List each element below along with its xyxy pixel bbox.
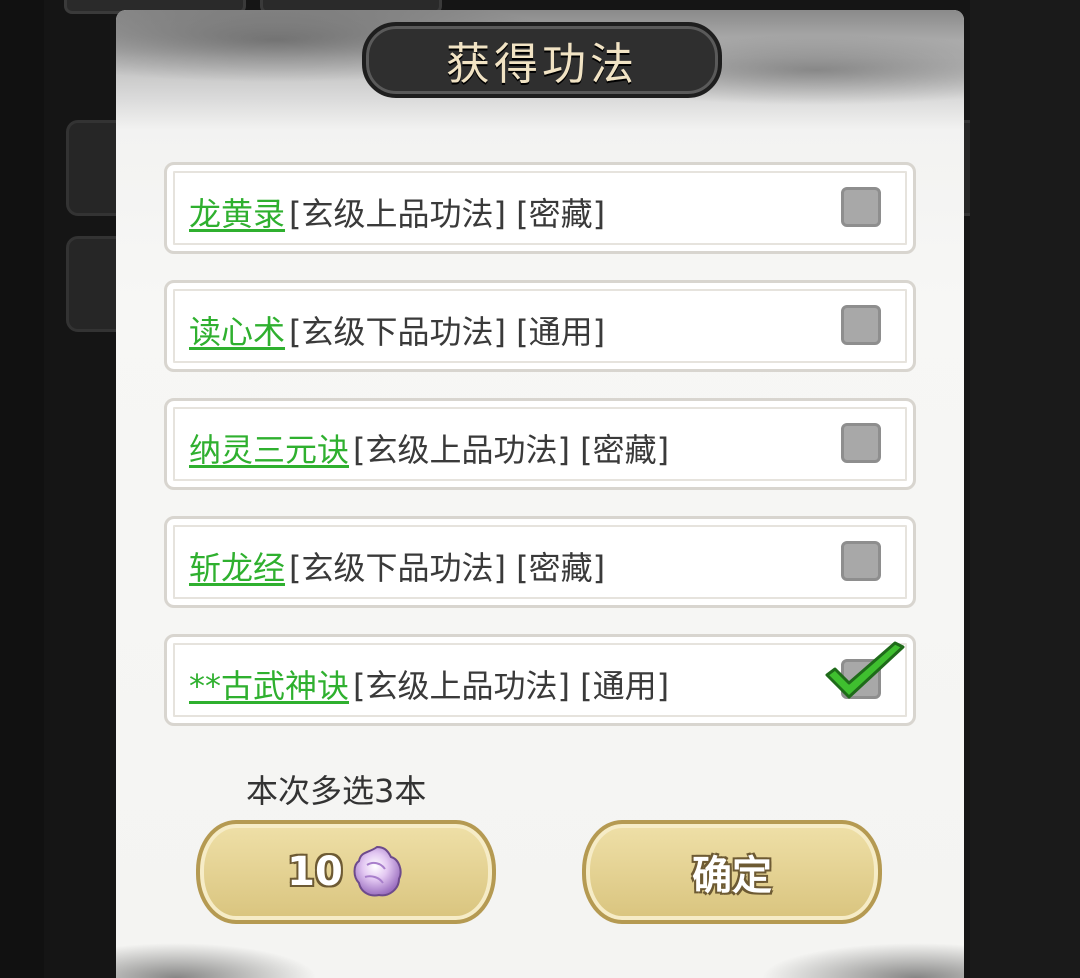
skill-name-link[interactable]: **古武神诀 [189, 667, 349, 705]
skill-row[interactable]: **古武神诀 [玄级上品功法] [通用] [164, 634, 916, 726]
confirm-button[interactable]: 确定 [582, 820, 882, 924]
skill-tags: [玄级上品功法] [密藏] [353, 431, 670, 469]
skill-tags: [玄级上品功法] [密藏] [289, 195, 606, 233]
multi-select-cost-button[interactable]: 10 [196, 820, 496, 924]
skill-tags: [玄级下品功法] [通用] [289, 313, 606, 351]
skill-checkbox[interactable] [841, 423, 881, 463]
background-right-strip [970, 0, 1080, 978]
skill-row[interactable]: 纳灵三元诀 [玄级上品功法] [密藏] [164, 398, 916, 490]
skill-tags: [玄级下品功法] [密藏] [289, 549, 606, 587]
skill-row[interactable]: 斩龙经 [玄级下品功法] [密藏] [164, 516, 916, 608]
skill-tags: [玄级上品功法] [通用] [353, 667, 670, 705]
title-plate: 获得功法 [362, 22, 722, 98]
skill-name-link[interactable]: 读心术 [189, 313, 285, 351]
skill-acquire-dialog: 获得功法 龙黄录 [玄级上品功法] [密藏] 读心术 [玄级下品功法] [通用] 纳… [116, 10, 964, 978]
skill-row-text: 龙黄录 [玄级上品功法] [密藏] [189, 189, 605, 235]
skill-name-link[interactable]: 纳灵三元诀 [189, 431, 349, 469]
skill-list: 龙黄录 [玄级上品功法] [密藏] 读心术 [玄级下品功法] [通用] 纳灵三元诀[… [164, 162, 916, 752]
background-left-strip [0, 0, 44, 978]
checkmark-icon [825, 641, 905, 699]
cost-value: 10 [287, 849, 343, 895]
skill-row[interactable]: 龙黄录 [玄级上品功法] [密藏] [164, 162, 916, 254]
dialog-title: 获得功法 [446, 39, 638, 90]
skill-row-text: 斩龙经 [玄级下品功法] [密藏] [189, 543, 605, 589]
skill-checkbox[interactable] [841, 541, 881, 581]
skill-name-link[interactable]: 斩龙经 [189, 549, 285, 587]
skill-checkbox[interactable] [841, 187, 881, 227]
skill-checkbox[interactable] [841, 305, 881, 345]
skill-row-text: 纳灵三元诀 [玄级上品功法] [密藏] [189, 425, 669, 471]
skill-name-link[interactable]: 龙黄录 [189, 195, 285, 233]
selection-hint: 本次多选3本 [246, 772, 427, 810]
skill-row[interactable]: 读心术 [玄级下品功法] [通用] [164, 280, 916, 372]
confirm-label: 确定 [692, 853, 772, 899]
skill-row-text: 读心术 [玄级下品功法] [通用] [189, 307, 605, 353]
skill-row-text: **古武神诀 [玄级上品功法] [通用] [189, 661, 669, 707]
spirit-stone-icon [353, 845, 402, 897]
